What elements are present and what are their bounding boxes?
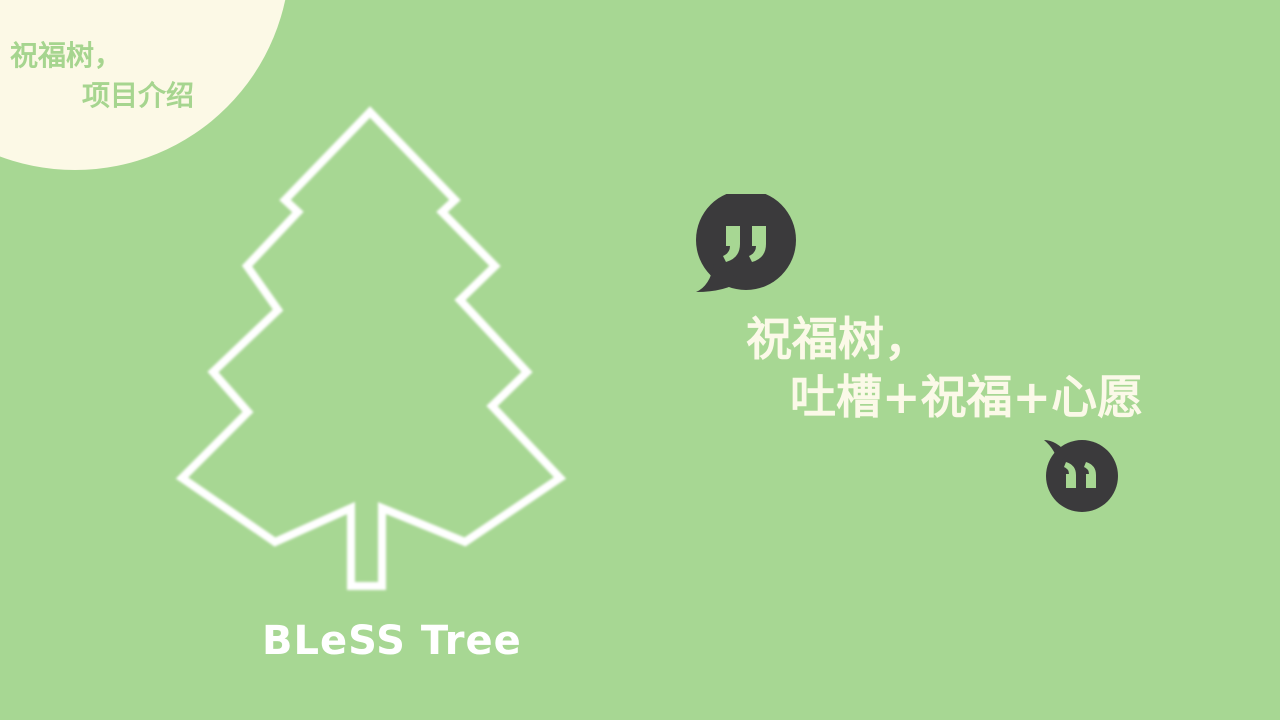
pine-tree-outline-icon	[175, 106, 567, 590]
main-quote-line1: 祝福树，	[746, 312, 930, 366]
slide: 祝福树， 项目介绍 BLeSS Tree 祝福树， 吐槽+祝福+心愿	[0, 0, 1280, 720]
tree-label: BLeSS Tree	[262, 618, 522, 664]
main-quote-line2: 吐槽+祝福+心愿	[790, 370, 1144, 424]
quote-open-bubble-icon	[696, 194, 796, 292]
quote-close-bubble-icon	[1044, 440, 1118, 512]
section-title-line1: 祝福树，	[10, 39, 123, 72]
section-title: 祝福树， 项目介绍	[10, 36, 194, 116]
section-title-line2: 项目介绍	[82, 79, 195, 112]
main-quote-text: 祝福树， 吐槽+祝福+心愿	[746, 310, 1143, 426]
